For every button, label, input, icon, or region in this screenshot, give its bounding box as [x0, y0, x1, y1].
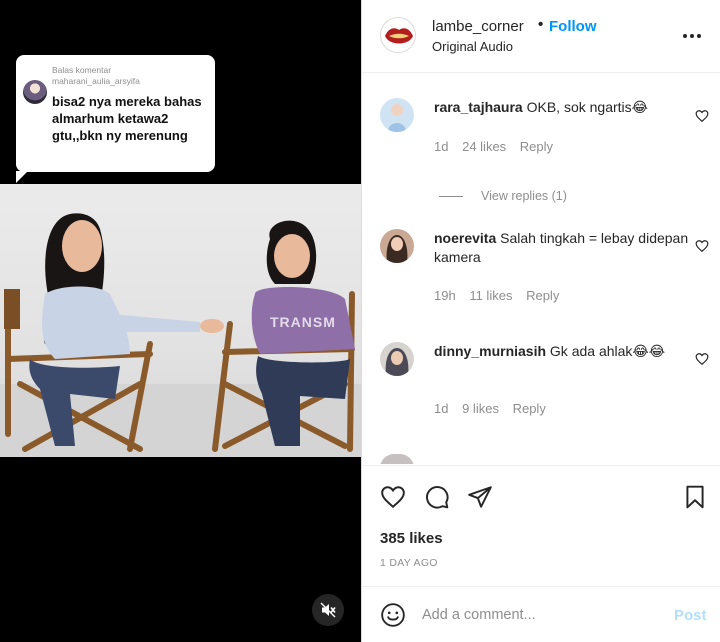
comment-age: 1d — [434, 401, 449, 416]
likes-count[interactable]: 385 likes — [380, 530, 443, 547]
post-comment-button[interactable]: Post — [674, 607, 707, 624]
comment-meta: 19h 11 likes Reply — [434, 288, 569, 303]
comment-username[interactable]: dinny_murniasih — [434, 343, 546, 359]
more-options-button[interactable] — [680, 26, 704, 46]
audio-link[interactable]: Original Audio — [432, 39, 513, 54]
comment-meta: 1d 9 likes Reply — [434, 401, 556, 416]
add-comment-bar: Post — [362, 586, 720, 642]
video-player[interactable]: Balas komentar maharani_aulia_arsyifa bi… — [0, 0, 361, 642]
lips-logo-icon — [382, 19, 415, 52]
heart-outline-icon — [695, 110, 709, 123]
commenter-avatar[interactable] — [380, 98, 414, 132]
follow-button[interactable]: Follow — [549, 18, 597, 35]
emoji-button[interactable] — [380, 602, 406, 628]
comments-list[interactable]: rara_tajhaura OKB, sok ngartis😂 1d 24 li… — [362, 74, 720, 464]
commenter-avatar[interactable] — [380, 229, 414, 263]
comment-likes[interactable]: 11 likes — [469, 288, 512, 303]
heart-icon — [381, 486, 405, 509]
profile-avatar[interactable] — [380, 17, 416, 53]
comment-button[interactable] — [424, 484, 450, 510]
reply-comment-card: Balas komentar maharani_aulia_arsyifa bi… — [16, 55, 215, 183]
comment-like-button[interactable] — [695, 239, 709, 253]
like-button[interactable] — [380, 484, 406, 510]
commenter-avatar[interactable] — [380, 342, 414, 376]
heart-outline-icon — [695, 353, 709, 366]
comment-meta: 1d 24 likes Reply — [434, 139, 563, 154]
reply-text: bisa2 nya mereka bahas almarhum ketawa2 … — [52, 94, 202, 143]
comment-reply-button[interactable]: Reply — [513, 401, 546, 416]
divider — [439, 195, 463, 197]
comment-username[interactable]: rara_tajhaura — [434, 99, 523, 115]
heart-outline-icon — [695, 240, 709, 253]
comment-age: 1d — [434, 139, 449, 154]
more-horizontal-icon — [683, 34, 701, 38]
comment-reply-button[interactable]: Reply — [520, 139, 553, 154]
reply-avatar — [23, 80, 47, 104]
bookmark-icon — [686, 485, 704, 509]
comment-likes[interactable]: 9 likes — [462, 401, 499, 416]
header-separator: • — [538, 16, 544, 33]
view-replies-label[interactable]: View replies (1) — [481, 189, 567, 203]
video-watermark: TRANSM — [270, 314, 336, 330]
reply-label: Balas komentar — [52, 65, 112, 75]
commenter-avatar-image — [380, 342, 414, 376]
comment-text: Gk ada ahlak😂😂 — [549, 343, 666, 359]
commenter-avatar-image — [380, 98, 414, 132]
comment-reply-button[interactable]: Reply — [526, 288, 559, 303]
comment-like-button[interactable] — [695, 352, 709, 366]
post-timestamp: 1 DAY AGO — [380, 557, 438, 569]
post-panel: lambe_corner • Follow Original Audio rar… — [361, 0, 720, 642]
comment-icon — [426, 486, 449, 509]
comment-text: OKB, sok ngartis😂 — [526, 99, 649, 115]
share-button[interactable] — [467, 484, 493, 510]
comment-likes[interactable]: 24 likes — [462, 139, 506, 154]
save-button[interactable] — [682, 484, 708, 510]
comment-body: noerevita Salah tingkah = lebay didepan … — [434, 229, 690, 267]
post-actions: 385 likes 1 DAY AGO — [362, 465, 720, 585]
video-frame: TRANSM — [0, 184, 361, 457]
speaker-muted-icon — [320, 602, 336, 618]
share-icon — [468, 486, 492, 508]
comment-input[interactable] — [422, 601, 662, 629]
next-comment-avatar-partial — [380, 454, 414, 464]
comment-age: 19h — [434, 288, 456, 303]
post-header: lambe_corner • Follow Original Audio — [362, 0, 720, 73]
comment-like-button[interactable] — [695, 109, 709, 123]
smiley-icon — [381, 603, 405, 627]
commenter-avatar-image — [380, 229, 414, 263]
comment-username[interactable]: noerevita — [434, 230, 496, 246]
post-username[interactable]: lambe_corner — [432, 18, 524, 35]
mute-button[interactable] — [312, 594, 344, 626]
reply-username: maharani_aulia_arsyifa — [52, 76, 140, 86]
comment-body: rara_tajhaura OKB, sok ngartis😂 — [434, 98, 690, 117]
comment-body: dinny_murniasih Gk ada ahlak😂😂 — [434, 342, 690, 361]
view-replies-button[interactable]: View replies (1) — [439, 189, 567, 203]
